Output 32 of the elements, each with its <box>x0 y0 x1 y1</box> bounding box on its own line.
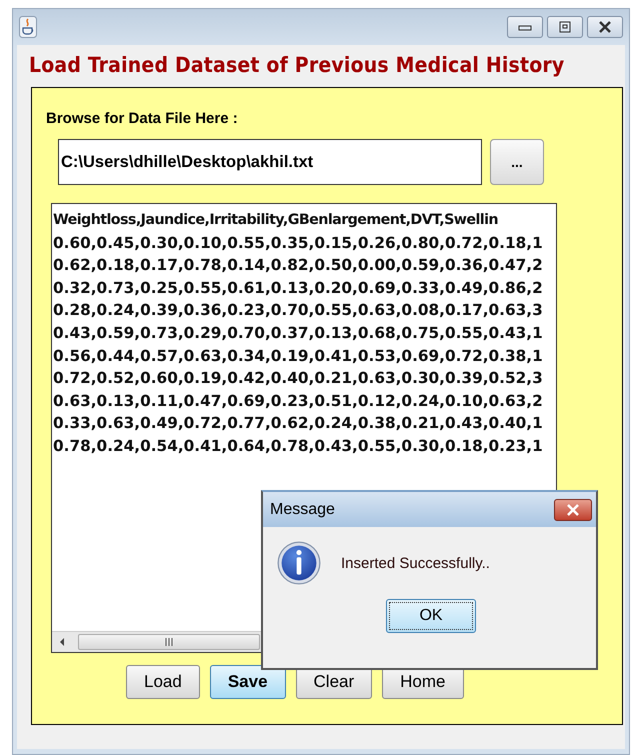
data-line: Weightloss,Jaundice,Irritability,GBenlargement,DVT,Swellin <box>53 211 499 230</box>
data-line: 0.33,0.63,0.49,0.72,0.77,0.62,0.24,0.38,0.21,0.43,0.40,1 <box>53 413 544 434</box>
data-line: 0.28,0.24,0.39,0.36,0.23,0.70,0.55,0.63,0.08,0.17,0.63,3 <box>53 300 544 322</box>
maximize-button[interactable] <box>547 16 583 38</box>
path-field[interactable]: C:\Users\dhille\Desktop\akhil.txt <box>58 139 482 185</box>
close-button[interactable] <box>587 16 623 38</box>
minimize-button[interactable] <box>507 16 543 38</box>
dialog-title: Message <box>270 500 335 518</box>
data-line: 0.62,0.18,0.17,0.78,0.14,0.82,0.50,0.00,0.59,0.36,0.47,2 <box>53 255 544 276</box>
left-arrow-icon[interactable] <box>58 637 66 647</box>
minimize-icon <box>518 23 532 31</box>
action-button[interactable]: Save <box>210 665 286 699</box>
browse-label: Browse for Data File Here : <box>46 110 239 127</box>
data-line: 0.32,0.73,0.25,0.55,0.61,0.13,0.20,0.69,0.33,0.49,0.86,2 <box>53 278 544 299</box>
data-line: 0.72,0.52,0.60,0.19,0.42,0.40,0.21,0.63,0.30,0.39,0.52,3 <box>53 368 544 390</box>
close-button[interactable] <box>554 498 592 520</box>
grip-icon <box>164 638 174 646</box>
java-cup-icon <box>19 16 37 38</box>
dialog-message: Inserted Successfully.. <box>341 554 490 572</box>
action-button[interactable]: Load <box>126 665 200 699</box>
data-line: 0.78,0.24,0.54,0.41,0.64,0.78,0.43,0.55,0.30,0.18,0.23,1 <box>53 436 544 457</box>
maximize-icon <box>558 21 572 33</box>
data-line: 0.63,0.13,0.11,0.47,0.69,0.23,0.51,0.12,0.24,0.10,0.63,2 <box>53 390 544 412</box>
info-icon <box>277 541 321 585</box>
window-title: Load Trained Dataset of Previous Medical History <box>28 53 566 77</box>
browse-button[interactable]: ... <box>490 139 544 185</box>
data-line: 0.43,0.59,0.73,0.29,0.70,0.37,0.13,0.68,0.75,0.55,0.43,1 <box>53 322 544 344</box>
close-icon <box>598 21 612 33</box>
data-line: 0.56,0.44,0.57,0.63,0.34,0.19,0.41,0.53,0.69,0.72,0.38,1 <box>53 346 544 367</box>
ok-button[interactable]: OK <box>386 599 476 633</box>
data-line: 0.60,0.45,0.30,0.10,0.55,0.35,0.15,0.26,0.80,0.72,0.18,1 <box>53 232 544 254</box>
close-icon <box>566 504 580 516</box>
